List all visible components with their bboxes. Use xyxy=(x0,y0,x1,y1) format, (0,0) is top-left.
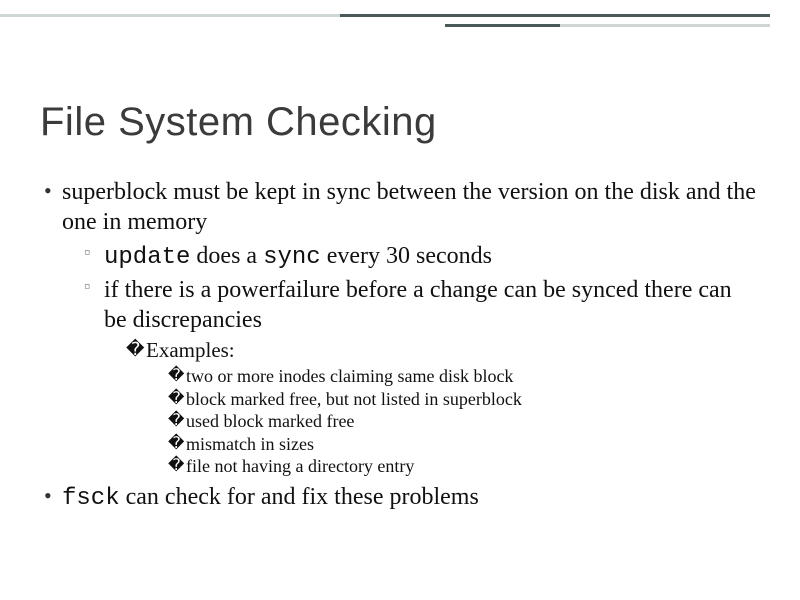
bullet-1: superblock must be kept in sync between … xyxy=(40,177,760,478)
bullet-1-1-tail: every 30 seconds xyxy=(321,243,492,269)
examples-label-text: Examples: xyxy=(146,338,235,362)
example-3: used block marked free xyxy=(168,410,760,433)
examples-items: two or more inodes claiming same disk bl… xyxy=(146,365,760,478)
example-4: mismatch in sizes xyxy=(168,433,760,456)
bullet-1-1-mid: does a xyxy=(190,243,263,269)
bullet-1-2: if there is a powerfailure before a chan… xyxy=(84,275,760,478)
code-update: update xyxy=(104,244,190,271)
example-1: two or more inodes claiming same disk bl… xyxy=(168,365,760,388)
bullet-2: fsck can check for and fix these problem… xyxy=(40,482,760,514)
bullet-list: superblock must be kept in sync between … xyxy=(40,177,760,514)
bullet-1-text: superblock must be kept in sync between … xyxy=(62,179,756,235)
bullet-2-tail: can check for and fix these problems xyxy=(120,484,479,510)
examples-label: Examples: two or more inodes claiming sa… xyxy=(126,337,760,478)
slide-body: File System Checking superblock must be … xyxy=(0,0,800,514)
code-fsck: fsck xyxy=(62,485,120,512)
examples-list: Examples: two or more inodes claiming sa… xyxy=(104,337,760,478)
slide-title: File System Checking xyxy=(40,100,760,145)
bullet-1-sublist: update does a sync every 30 seconds if t… xyxy=(62,241,760,478)
code-sync: sync xyxy=(263,244,321,271)
example-5: file not having a directory entry xyxy=(168,455,760,478)
bullet-1-1: update does a sync every 30 seconds xyxy=(84,241,760,273)
example-2: block marked free, but not listed in sup… xyxy=(168,388,760,411)
bullet-1-2-text: if there is a powerfailure before a chan… xyxy=(104,277,732,333)
header-decoration xyxy=(0,0,800,40)
